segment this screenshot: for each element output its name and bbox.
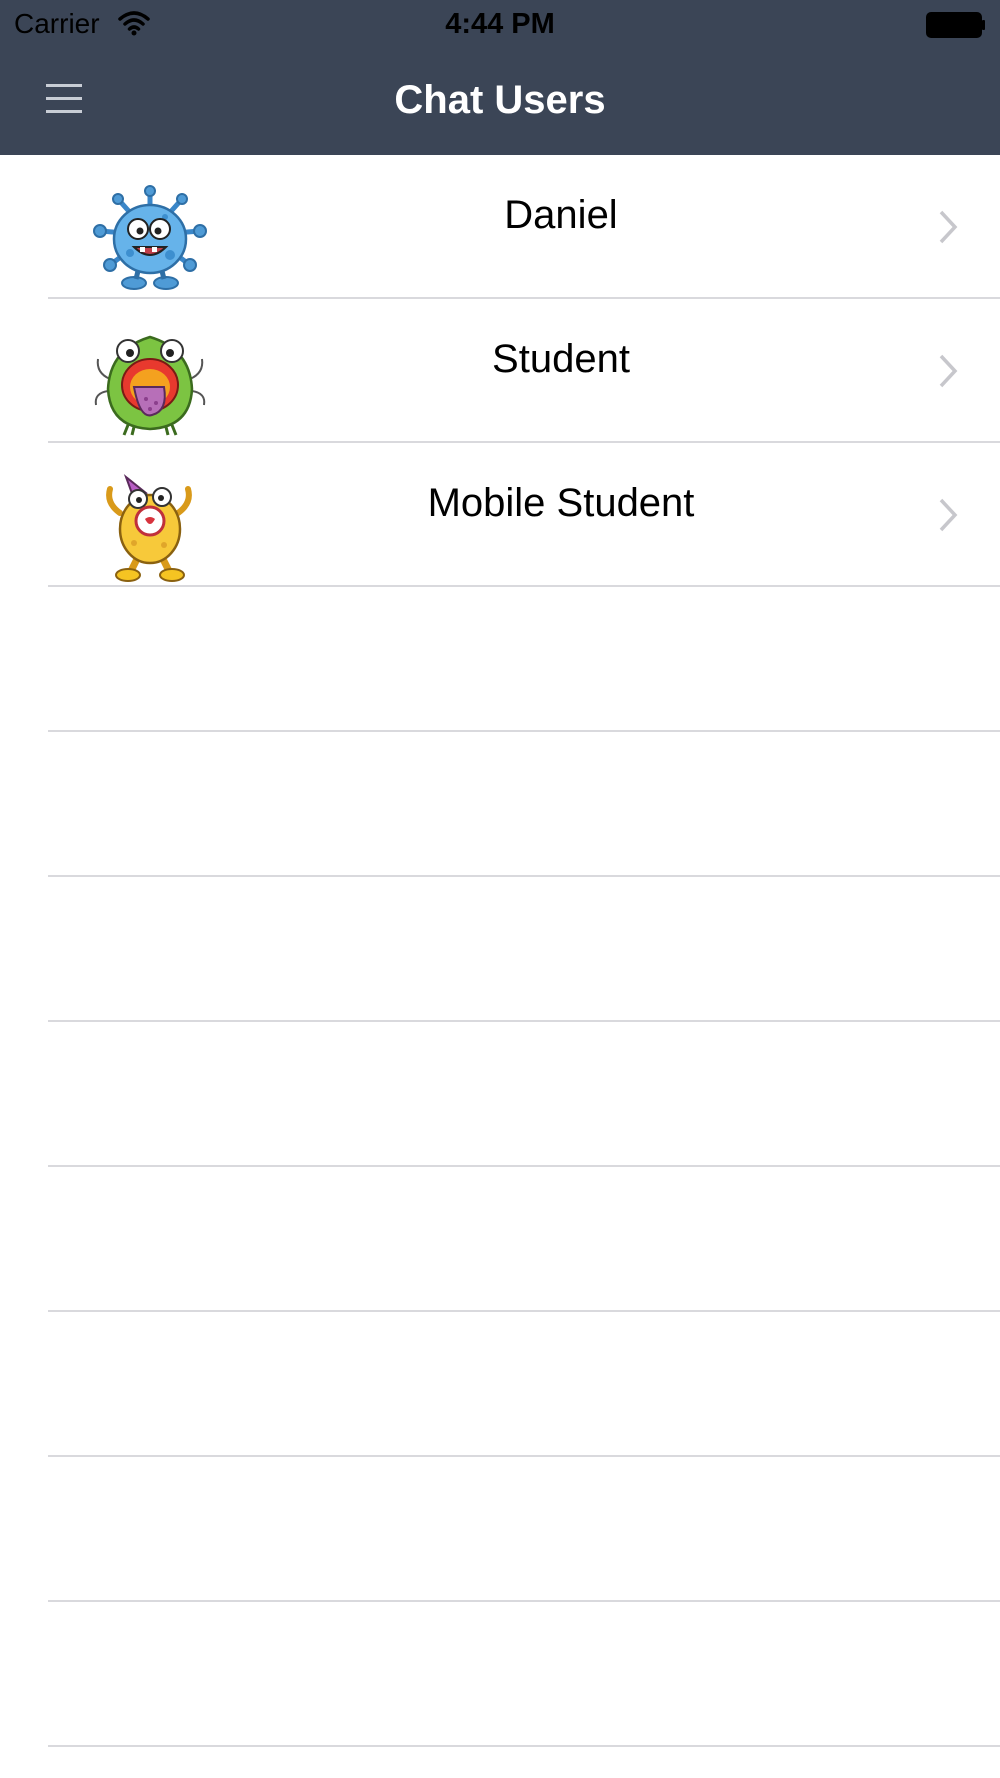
chat-users-list: Daniel Student Mobile Student xyxy=(0,155,1000,1747)
chevron-right-icon xyxy=(938,353,958,389)
empty-row xyxy=(0,1457,1000,1602)
user-name: Mobile Student xyxy=(427,481,695,525)
empty-row xyxy=(0,1022,1000,1167)
page-title: Chat Users xyxy=(394,78,606,122)
user-name: Daniel xyxy=(504,193,618,237)
navigation-bar: Chat Users xyxy=(0,50,1000,155)
user-row-daniel[interactable]: Daniel xyxy=(0,155,1000,299)
empty-row xyxy=(0,732,1000,877)
user-row-student[interactable]: Student xyxy=(0,299,1000,443)
empty-row xyxy=(0,877,1000,1022)
status-time: 4:44 PM xyxy=(445,8,555,40)
row-separator xyxy=(48,1745,1000,1747)
empty-row xyxy=(0,1312,1000,1457)
empty-row xyxy=(0,587,1000,732)
user-name: Student xyxy=(492,337,630,381)
status-bar: Carrier 4:44 PM xyxy=(0,0,1000,50)
chevron-right-icon xyxy=(938,497,958,533)
user-row-mobile-student[interactable]: Mobile Student xyxy=(0,443,1000,587)
battery-icon xyxy=(926,12,986,43)
chevron-right-icon xyxy=(938,209,958,245)
empty-row xyxy=(0,1602,1000,1747)
empty-row xyxy=(0,1167,1000,1312)
